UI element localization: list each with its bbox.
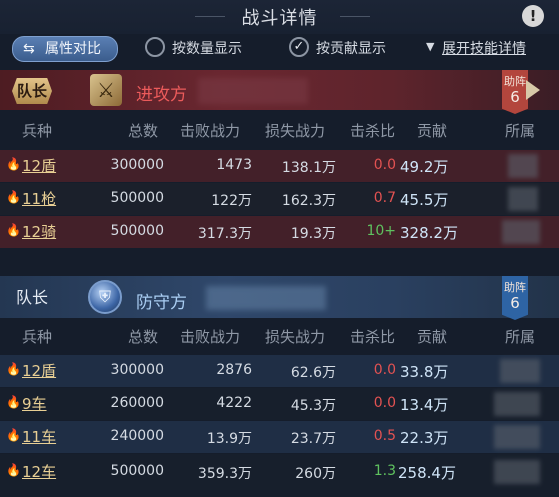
lost-value: 62.6万 [290, 365, 336, 381]
defeated-value: 359.3万 [197, 466, 252, 482]
fire-icon: 🔥 [6, 362, 21, 376]
col-defeated-header: 击败战力 [180, 328, 241, 346]
col-contrib-header: 贡献 [417, 328, 448, 346]
defender-help-label: 助阵 [504, 281, 526, 294]
total-value: 500000 [110, 223, 164, 239]
kill-ratio: 1.3 [373, 463, 396, 479]
kill-ratio: 10+ [366, 223, 396, 239]
attacker-name-blurred [198, 78, 308, 104]
warning-icon[interactable]: ! [522, 5, 544, 27]
col-owner-header: 所属 [505, 328, 536, 346]
swords-icon: ⚔ [90, 74, 122, 106]
attacker-help-label: 助阵 [504, 75, 526, 88]
col-contrib-header: 贡献 [417, 122, 448, 140]
triangle-down-icon: ▼ [426, 40, 435, 53]
troop-type[interactable]: 11枪 [22, 188, 56, 209]
total-value: 300000 [110, 362, 164, 378]
defeated-value: 2876 [216, 362, 252, 378]
compare-attributes-button[interactable]: ⇆ 属性对比 [12, 36, 118, 62]
by-contribution-label[interactable]: 按贡献显示 [316, 38, 386, 58]
troop-type[interactable]: 12盾 [22, 360, 56, 381]
contribution-value: 258.4万 [398, 464, 456, 482]
fire-icon: 🔥 [6, 463, 21, 477]
col-defeated-header: 击败战力 [180, 122, 241, 140]
total-value: 500000 [110, 463, 164, 479]
page-title: 战斗详情 [241, 8, 318, 29]
kill-ratio: 0.0 [373, 395, 396, 411]
owner-blurred [500, 359, 540, 383]
defender-help-badge[interactable]: 助阵 6 [502, 276, 528, 320]
defeated-value: 122万 [211, 193, 252, 209]
kill-ratio: 0.5 [373, 428, 396, 444]
contribution-value: 33.8万 [400, 363, 449, 381]
fire-icon: 🔥 [6, 190, 21, 204]
attacker-help-count: 6 [510, 88, 520, 106]
shield-icon: ⛨ [88, 280, 122, 314]
troop-type[interactable]: 11车 [22, 426, 56, 447]
defender-side-label: 防守方 [136, 293, 187, 313]
lost-value: 45.3万 [290, 398, 336, 414]
owner-blurred [508, 154, 538, 178]
total-value: 260000 [110, 395, 164, 411]
kill-ratio: 0.0 [373, 157, 396, 173]
attacker-leader-badge: 队长 [12, 78, 52, 104]
fire-icon: 🔥 [6, 395, 21, 409]
arrow-right-icon[interactable] [526, 80, 540, 100]
kill-ratio: 0.0 [373, 362, 396, 378]
troop-type[interactable]: 9车 [22, 393, 47, 414]
col-total-header: 总数 [128, 328, 159, 346]
total-value: 240000 [110, 428, 164, 444]
contribution-value: 328.2万 [400, 224, 458, 242]
lost-value: 23.7万 [290, 431, 336, 447]
owner-blurred [508, 187, 538, 211]
contribution-value: 13.4万 [400, 396, 449, 414]
fire-icon: 🔥 [6, 223, 21, 237]
owner-blurred [494, 460, 540, 484]
lost-value: 19.3万 [290, 226, 336, 242]
col-ratio-header: 击杀比 [350, 328, 396, 346]
troop-type[interactable]: 12车 [22, 461, 56, 482]
compare-attributes-label: 属性对比 [45, 41, 101, 57]
defeated-value: 317.3万 [197, 226, 252, 242]
owner-blurred [494, 392, 540, 416]
swap-icon: ⇆ [23, 41, 35, 57]
lost-value: 162.3万 [281, 193, 336, 209]
total-value: 300000 [110, 157, 164, 173]
contribution-value: 45.5万 [400, 191, 449, 209]
contribution-value: 22.3万 [400, 429, 449, 447]
col-total-header: 总数 [128, 122, 159, 140]
col-lost-header: 损失战力 [265, 122, 326, 140]
total-value: 500000 [110, 190, 164, 206]
lost-value: 138.1万 [281, 160, 336, 176]
by-count-label[interactable]: 按数量显示 [172, 38, 242, 58]
contribution-value: 49.2万 [400, 158, 449, 176]
troop-type[interactable]: 12盾 [22, 155, 56, 176]
col-ratio-header: 击杀比 [350, 122, 396, 140]
col-troop-header: 兵种 [22, 328, 53, 346]
defender-name-blurred [206, 286, 326, 310]
expand-skill-details-link[interactable]: 展开技能详情 [442, 38, 526, 58]
col-owner-header: 所属 [505, 122, 536, 140]
attacker-side-label: 进攻方 [136, 85, 187, 105]
fire-icon: 🔥 [6, 157, 21, 171]
fire-icon: 🔥 [6, 428, 21, 442]
troop-type[interactable]: 12骑 [22, 221, 56, 242]
kill-ratio: 0.7 [373, 190, 396, 206]
by-count-radio[interactable] [145, 37, 165, 57]
defeated-value: 4222 [216, 395, 252, 411]
col-troop-header: 兵种 [22, 122, 53, 140]
defender-leader-badge: 队长 [15, 288, 48, 307]
owner-blurred [494, 425, 540, 449]
owner-blurred [502, 220, 540, 244]
lost-value: 260万 [295, 466, 336, 482]
defeated-value: 1473 [216, 157, 252, 173]
attacker-help-badge[interactable]: 助阵 6 [502, 70, 528, 114]
by-contribution-radio[interactable]: ✓ [289, 37, 309, 57]
col-lost-header: 损失战力 [265, 328, 326, 346]
defender-help-count: 6 [510, 294, 520, 312]
defeated-value: 13.9万 [206, 431, 252, 447]
check-icon: ✓ [293, 39, 305, 54]
